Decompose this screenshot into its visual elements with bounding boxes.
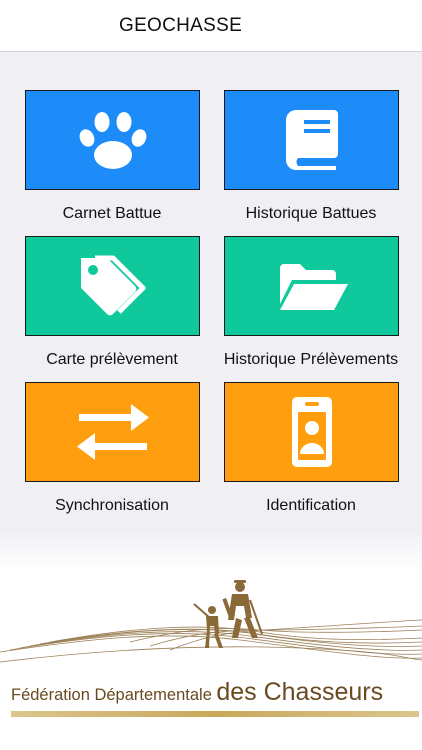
identification-label: Identification xyxy=(266,497,356,514)
carte-prelevement-button[interactable] xyxy=(25,236,200,336)
exchange-arrows-icon xyxy=(76,404,149,460)
tags-icon xyxy=(80,255,145,316)
hunters-silhouette-icon xyxy=(0,580,422,663)
historique-battues-button[interactable] xyxy=(224,90,399,190)
synchronisation-label: Synchronisation xyxy=(55,497,169,514)
app-title: GEOCHASSE xyxy=(119,15,243,36)
carnet-battue-button[interactable] xyxy=(25,90,200,190)
id-badge-icon xyxy=(291,397,332,467)
book-icon xyxy=(285,110,338,170)
federation-name-line1: Fédération Départementale xyxy=(11,686,212,704)
identification-button[interactable] xyxy=(224,382,399,482)
logo-underline xyxy=(11,711,419,717)
federation-name-line2: des Chasseurs xyxy=(216,678,384,706)
paw-icon xyxy=(79,112,146,169)
carnet-battue-label: Carnet Battue xyxy=(62,205,162,222)
app-header: GEOCHASSE xyxy=(0,0,422,52)
folder-open-icon xyxy=(279,264,348,310)
federation-name: Fédération Départementale des Chasseurs xyxy=(11,678,383,707)
synchronisation-button[interactable] xyxy=(25,382,200,482)
historique-prelevements-button[interactable] xyxy=(224,236,399,336)
historique-prelevements-label: Historique Prélèvements xyxy=(223,351,399,368)
historique-battues-label: Historique Battues xyxy=(245,205,377,222)
federation-logo: Fédération Départementale des Chasseurs xyxy=(0,530,422,750)
carte-prelevement-label: Carte prélèvement xyxy=(46,351,178,368)
